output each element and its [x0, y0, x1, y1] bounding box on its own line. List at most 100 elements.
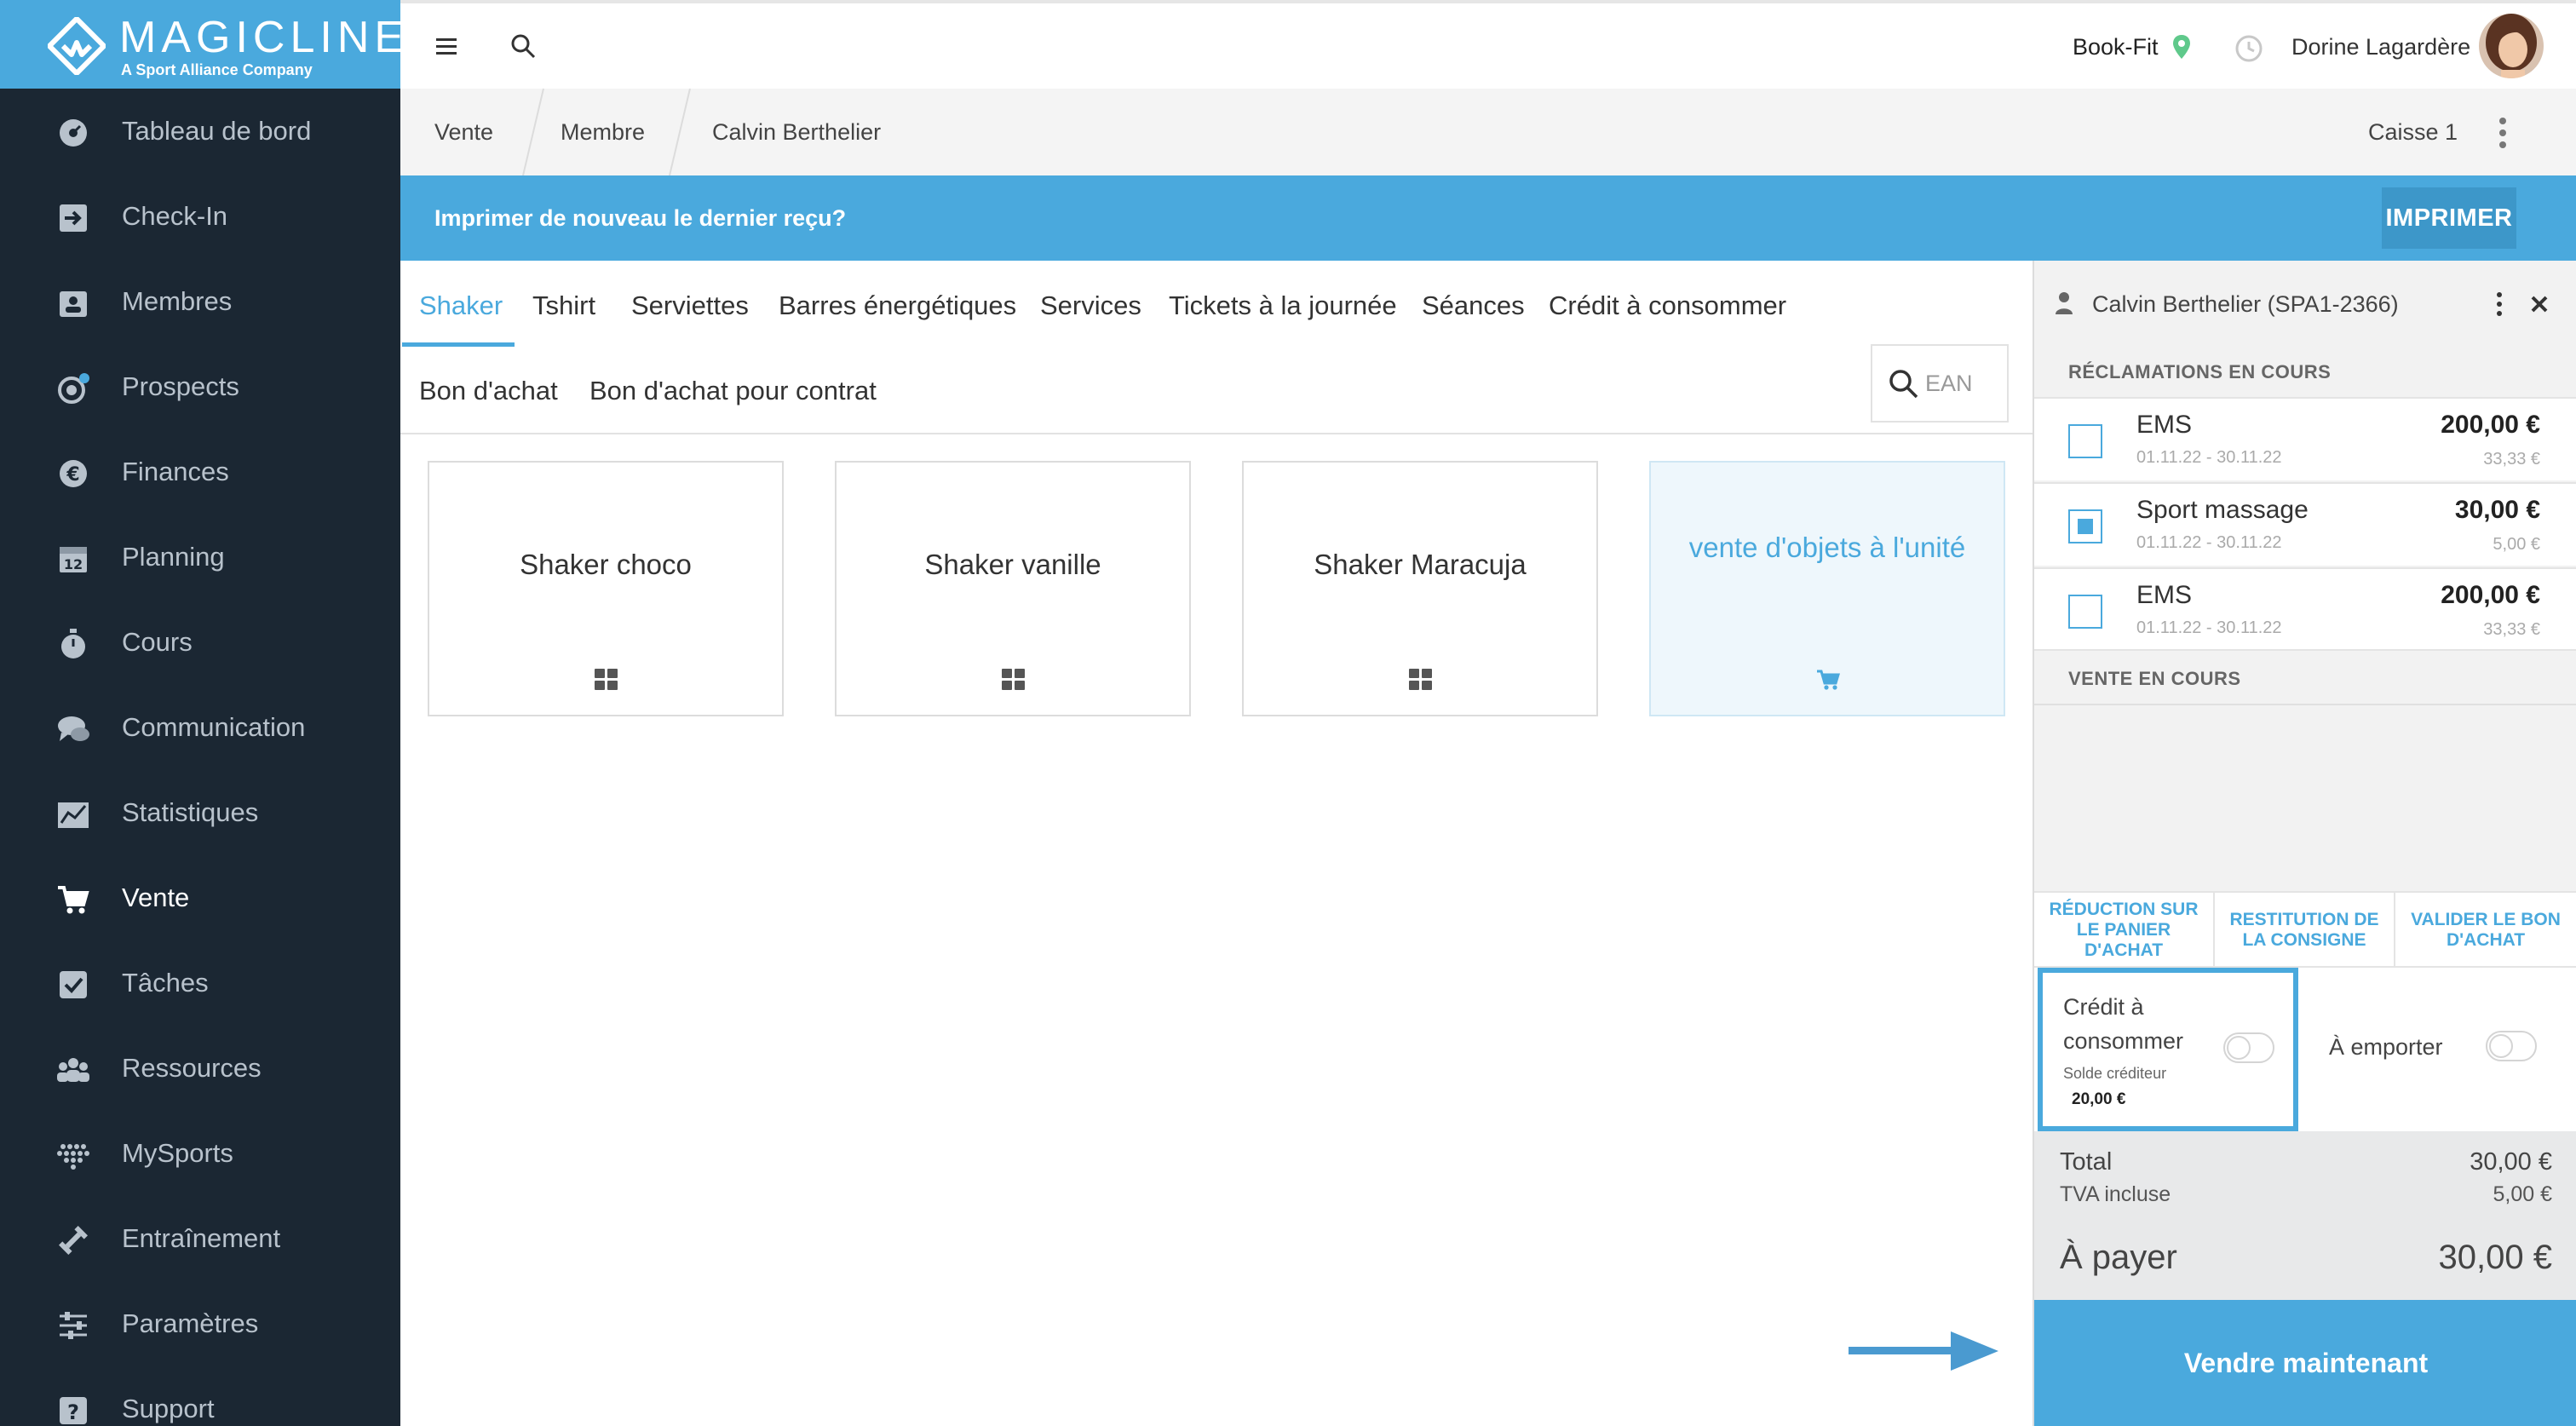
grid-icon	[595, 669, 618, 690]
tva-label: TVA incluse	[2060, 1182, 2171, 1206]
stopwatch-icon	[61, 629, 85, 658]
claim-price: 200,00 €	[2441, 581, 2540, 609]
cart-actions: RÉDUCTION SUR LE PANIER D'ACHAT RESTITUT…	[2034, 891, 2576, 968]
breadcrumb-membre[interactable]: Membre	[561, 119, 645, 146]
sidebar-item-taches[interactable]: Tâches	[0, 942, 400, 1027]
sidebar-item-check-in[interactable]: Check-In	[0, 175, 400, 261]
basket-discount-button[interactable]: RÉDUCTION SUR LE PANIER D'ACHAT	[2034, 893, 2215, 968]
validate-voucher-button[interactable]: VALIDER LE BON D'ACHAT	[2395, 893, 2576, 968]
claim-checkbox[interactable]	[2068, 424, 2102, 458]
sidebar-item-label: Membres	[122, 286, 233, 316]
reprint-message: Imprimer de nouveau le dernier reçu?	[434, 205, 847, 231]
tabs-divider	[400, 433, 2033, 434]
register-name[interactable]: Caisse 1	[2368, 119, 2458, 146]
sell-now-button[interactable]: Vendre maintenant	[2034, 1300, 2576, 1426]
claim-checkbox[interactable]	[2068, 595, 2102, 629]
sidebar-item-parametres[interactable]: Paramètres	[0, 1283, 400, 1368]
claims-title: RÉCLAMATIONS EN COURS	[2068, 361, 2332, 382]
sidebar-item-prospects[interactable]: Prospects	[0, 346, 400, 431]
logo-name: MAGICLINE	[119, 13, 410, 62]
product-tile[interactable]: vente d'objets à l'unité	[1649, 461, 2005, 716]
cart-icon	[1817, 670, 1840, 690]
user-name[interactable]: Dorine Lagardère	[2291, 34, 2470, 60]
hamburger-menu-icon[interactable]	[434, 34, 460, 60]
ean-input[interactable]	[1925, 366, 2002, 400]
dashboard-icon	[60, 119, 87, 147]
current-sale-title: VENTE EN COURS	[2068, 668, 2241, 689]
sidebar-item-label: Statistiques	[122, 797, 259, 827]
more-vertical-icon[interactable]	[2494, 291, 2504, 317]
reprint-banner: Imprimer de nouveau le dernier reçu? IMP…	[400, 175, 2576, 261]
sidebar-item-entrainement[interactable]: Entraînement	[0, 1198, 400, 1283]
claim-subprice: 5,00 €	[2493, 535, 2540, 554]
avatar[interactable]	[2479, 14, 2544, 78]
grid-icon	[1409, 669, 1432, 690]
sidebar-item-ressources[interactable]: Ressources	[0, 1027, 400, 1113]
sidebar-item-cours[interactable]: Cours	[0, 601, 400, 687]
prospects-icon	[58, 373, 89, 404]
claim-checkbox[interactable]	[2068, 509, 2102, 543]
tab-seances[interactable]: Séances	[1422, 290, 1525, 321]
ean-search[interactable]	[1871, 344, 2009, 423]
tab-tickets-journee[interactable]: Tickets à la journée	[1169, 290, 1397, 321]
magicline-logo-icon	[48, 17, 106, 75]
takeaway-toggle[interactable]	[2486, 1031, 2537, 1061]
sidebar-item-tableau-de-bord[interactable]: Tableau de bord	[0, 90, 400, 175]
sidebar-item-support[interactable]: ? Support	[0, 1368, 400, 1426]
sidebar-item-label: Ressources	[122, 1053, 262, 1083]
sidebar-item-planning[interactable]: 12 Planning	[0, 516, 400, 601]
product-tile[interactable]: Shaker vanille	[835, 461, 1191, 716]
person-icon	[2056, 292, 2073, 314]
close-icon[interactable]	[2530, 295, 2549, 313]
tab-serviettes[interactable]: Serviettes	[631, 290, 749, 321]
claim-row: Sport massage 01.11.22 - 30.11.22 30,00 …	[2034, 482, 2576, 566]
logo[interactable]: MAGICLINE A Sport Alliance Company	[0, 0, 404, 89]
tab-tshirt[interactable]: Tshirt	[532, 290, 595, 321]
sidebar-item-mysports[interactable]: MySports	[0, 1113, 400, 1198]
claim-name: EMS	[2136, 411, 2193, 439]
top-bar: Book-Fit Dorine Lagardère	[400, 0, 2576, 89]
claim-name: EMS	[2136, 581, 2193, 609]
tva-value: 5,00 €	[2493, 1182, 2552, 1206]
sidebar: MAGICLINE A Sport Alliance Company Table…	[0, 0, 404, 1426]
credit-toggle[interactable]	[2223, 1032, 2274, 1063]
tab-bon-d-achat-contrat[interactable]: Bon d'achat pour contrat	[589, 376, 877, 406]
sidebar-item-statistiques[interactable]: Statistiques	[0, 772, 400, 857]
amount-due-label: À payer	[2060, 1239, 2177, 1276]
sidebar-item-label: MySports	[122, 1138, 233, 1168]
claim-dates: 01.11.22 - 30.11.22	[2136, 448, 2282, 467]
print-button[interactable]: IMPRIMER	[2382, 187, 2516, 249]
sidebar-item-finances[interactable]: € Finances	[0, 431, 400, 516]
sidebar-item-membres[interactable]: Membres	[0, 261, 400, 346]
claim-row: EMS 01.11.22 - 30.11.22 200,00 € 33,33 €	[2034, 567, 2576, 651]
more-vertical-icon[interactable]	[2496, 116, 2510, 150]
chat-icon	[58, 716, 89, 741]
studio-selector[interactable]: Book-Fit	[2073, 34, 2159, 60]
total-label: Total	[2060, 1148, 2113, 1176]
cart-panel: Calvin Berthelier (SPA1-2366) RÉCLAMATIO…	[2033, 261, 2576, 1426]
product-name: Shaker choco	[520, 549, 692, 580]
tab-barres-energetiques[interactable]: Barres énergétiques	[779, 290, 1016, 321]
tab-bon-d-achat[interactable]: Bon d'achat	[419, 376, 558, 406]
product-name: Shaker Maracuja	[1314, 549, 1527, 580]
search-icon[interactable]	[509, 32, 537, 60]
breadcrumb-customer[interactable]: Calvin Berthelier	[712, 119, 881, 146]
deposit-refund-button[interactable]: RESTITUTION DE LA CONSIGNE	[2215, 893, 2395, 968]
members-icon	[60, 291, 87, 317]
breadcrumb-vente[interactable]: Vente	[434, 119, 493, 146]
credit-label: Crédit à consommer	[2063, 994, 2184, 1054]
customer-name[interactable]: Calvin Berthelier (SPA1-2366)	[2092, 291, 2399, 318]
takeaway-label: À emporter	[2329, 1034, 2443, 1060]
sidebar-item-label: Cours	[122, 627, 193, 657]
clock-icon[interactable]	[2234, 34, 2263, 63]
breadcrumb: Vente Membre Calvin Berthelier Caisse 1	[400, 89, 2576, 175]
product-tile[interactable]: Shaker choco	[428, 461, 784, 716]
sidebar-item-label: Check-In	[122, 201, 228, 231]
tab-services[interactable]: Services	[1040, 290, 1141, 321]
sidebar-item-vente[interactable]: Vente	[0, 857, 400, 942]
tab-shaker[interactable]: Shaker	[419, 290, 503, 321]
sidebar-item-communication[interactable]: Communication	[0, 687, 400, 772]
tab-credit-a-consommer[interactable]: Crédit à consommer	[1549, 290, 1786, 321]
euro-icon: €	[60, 460, 87, 487]
product-tile[interactable]: Shaker Maracuja	[1242, 461, 1598, 716]
